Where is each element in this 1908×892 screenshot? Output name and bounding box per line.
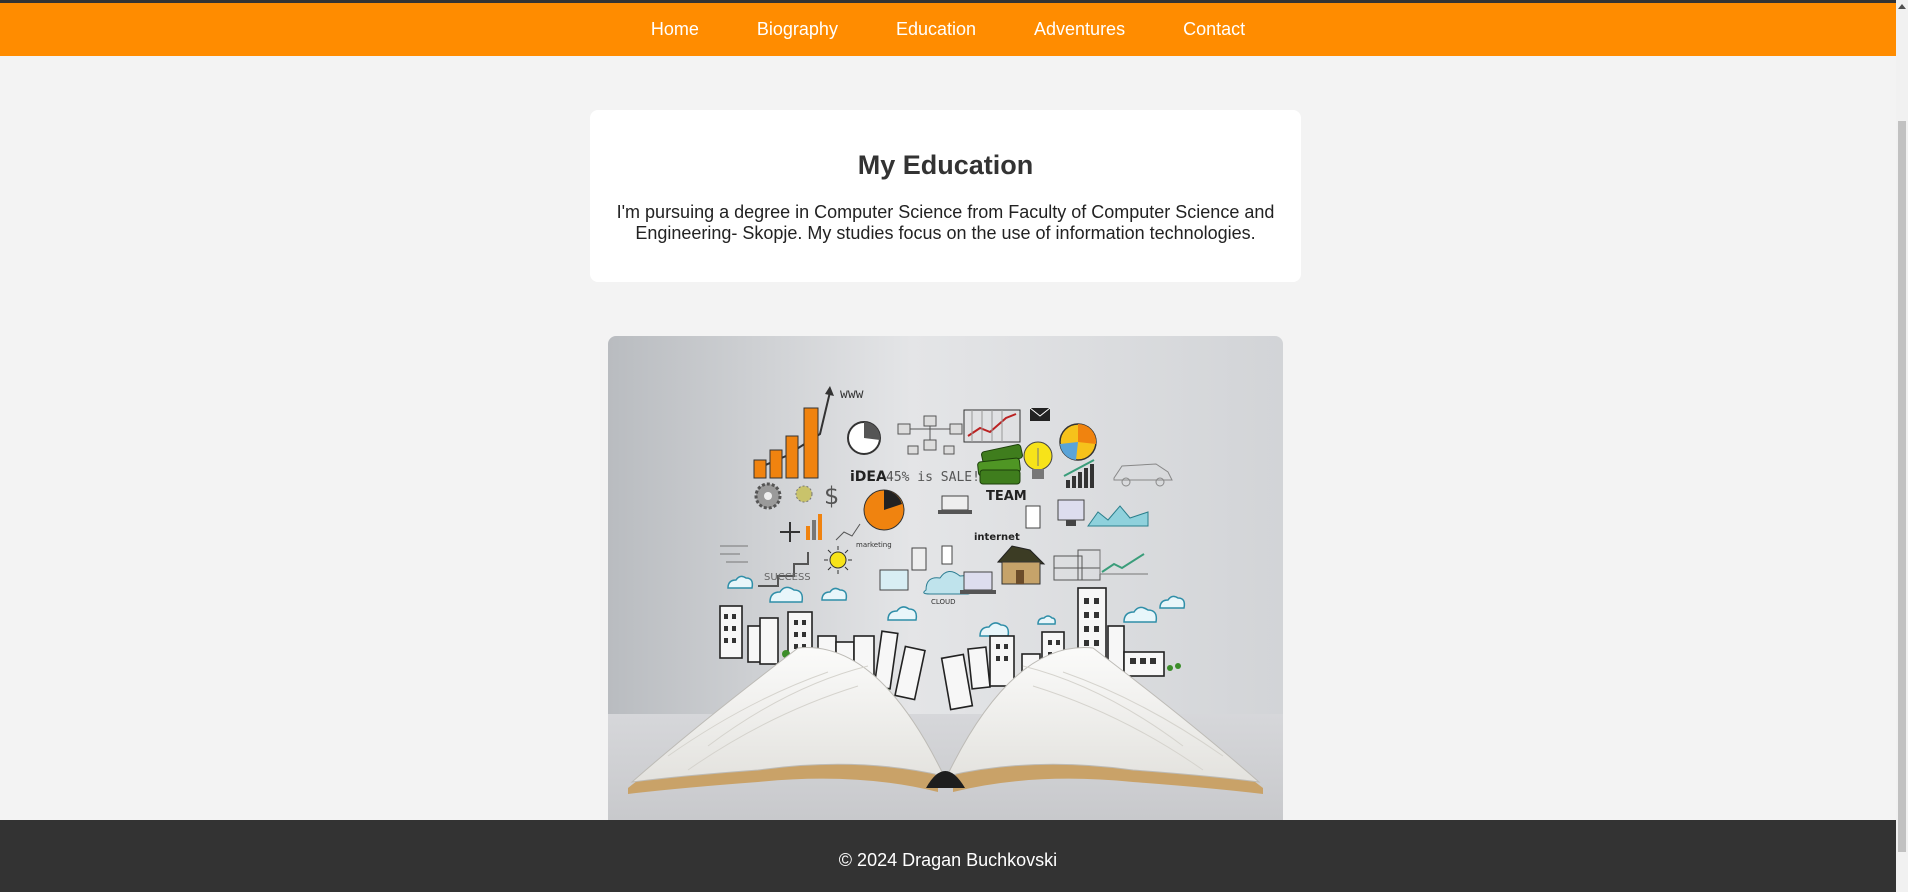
nav-adventures-link[interactable]: Adventures <box>1005 3 1154 56</box>
education-illustration: www iDEA 45% is SALE! TEAM internet mark… <box>608 336 1283 820</box>
svg-text:internet: internet <box>974 532 1020 543</box>
nav-list: Home Biography Education Adventures Cont… <box>622 3 1274 56</box>
scrollbar-thumb[interactable] <box>1898 121 1906 852</box>
page: Home Biography Education Adventures Cont… <box>0 0 1908 892</box>
orange-pie-icon <box>1059 423 1097 461</box>
education-description: I'm pursuing a degree in Computer Scienc… <box>616 202 1275 243</box>
vertical-scrollbar[interactable] <box>1896 0 1908 892</box>
education-card: My Education I'm pursuing a degree in Co… <box>590 110 1301 282</box>
svg-text:CLOUD: CLOUD <box>931 598 956 606</box>
footer-copyright: © 2024 Dragan Buchkovski <box>838 849 1058 870</box>
orange-pie-chart-icon <box>863 489 905 531</box>
svg-text:marketing: marketing <box>856 541 892 549</box>
top-navbar: Home Biography Education Adventures Cont… <box>0 3 1896 56</box>
nav-home-link[interactable]: Home <box>622 3 728 56</box>
mail-icon <box>1029 407 1051 421</box>
open-book-city-illustration: www iDEA 45% is SALE! TEAM internet mark… <box>608 336 1283 820</box>
nav-contact-link[interactable]: Contact <box>1154 3 1274 56</box>
pie-chart-icon <box>847 421 881 455</box>
svg-text:www: www <box>840 387 864 402</box>
page-footer: © 2024 Dragan Buchkovski <box>0 820 1896 892</box>
svg-text:$: $ <box>824 482 839 510</box>
scroll-up-arrow-icon[interactable] <box>1898 4 1906 9</box>
svg-text:iDEA: iDEA <box>850 469 887 485</box>
svg-text:SUCCESS: SUCCESS <box>764 572 811 583</box>
education-title: My Education <box>857 150 1034 180</box>
nav-education-link[interactable]: Education <box>867 3 1005 56</box>
nav-biography-link[interactable]: Biography <box>728 3 867 56</box>
svg-text:45% is SALE!: 45% is SALE! <box>886 470 980 485</box>
svg-text:TEAM: TEAM <box>986 489 1027 504</box>
